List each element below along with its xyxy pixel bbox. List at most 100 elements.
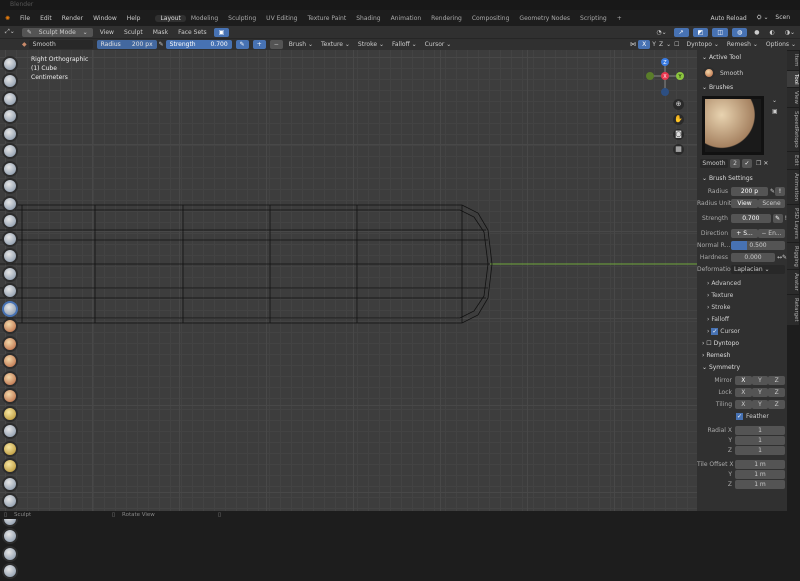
sculpt-tool-9-icon[interactable] (2, 195, 18, 212)
sculpt-tool-13-icon[interactable] (2, 265, 18, 282)
options-menu[interactable]: Options ⌄ (762, 41, 800, 48)
normal-radius-slider[interactable]: 0.500 (731, 240, 785, 250)
tab-compositing[interactable]: Compositing (467, 15, 515, 22)
duplicate-icon[interactable]: ❐ (754, 160, 763, 167)
falloff-menu[interactable]: Falloff ⌄ (388, 41, 421, 48)
tiling-x[interactable]: X (735, 399, 752, 409)
radius-unit-scene[interactable]: Scene (758, 198, 785, 208)
sculpt-tool-1-icon[interactable] (2, 55, 18, 72)
tab-modeling[interactable]: Modeling (186, 15, 223, 22)
brush-image-icon[interactable]: ▣ (772, 108, 778, 115)
stroke-menu[interactable]: Stroke ⌄ (354, 41, 388, 48)
menu-window[interactable]: Window (88, 15, 122, 22)
add-workspace-button[interactable]: + (612, 15, 627, 22)
brush-menu[interactable]: Brush ⌄ (285, 41, 317, 48)
mirror-z[interactable]: Z (768, 375, 786, 385)
invert-icon[interactable]: ↔✎ (777, 254, 787, 261)
symmetry-z-toggle[interactable]: Z (656, 41, 666, 48)
sidebar-tab-tool[interactable]: Tool (787, 70, 799, 88)
cursor-menu[interactable]: Cursor ⌄ (421, 41, 456, 48)
strength-field[interactable]: 0.700 (731, 213, 771, 223)
xray-toggle-icon[interactable]: ▣ (213, 27, 230, 37)
mode-selector[interactable]: ✎ Sculpt Mode ⌄ (21, 27, 93, 37)
active-tool[interactable]: Smooth (697, 64, 787, 82)
menu-view[interactable]: View (95, 29, 119, 36)
subtract-direction-button[interactable]: − (269, 40, 283, 49)
menu-edit[interactable]: Edit (35, 15, 57, 22)
pan-hand-icon[interactable]: ✋ (673, 114, 684, 125)
tab-geometry-nodes[interactable]: Geometry Nodes (514, 15, 575, 22)
sculpt-tool-30-icon[interactable] (2, 563, 18, 579)
symmetry-x-toggle[interactable]: X (638, 40, 651, 49)
xray-icon[interactable]: ◫ (712, 27, 728, 37)
radial-x-field[interactable]: 1 (735, 425, 785, 435)
zoom-icon[interactable]: ⊕ (673, 99, 684, 110)
strength-pressure-icon[interactable]: ✎ (772, 213, 783, 223)
tile-offset-z-field[interactable]: 1 m (735, 479, 785, 489)
dyntopo-menu[interactable]: Dyntopo ⌄ (682, 41, 722, 48)
sculpt-tool-28-icon[interactable] (2, 528, 18, 544)
tile-offset-y-field[interactable]: 1 m (735, 469, 785, 479)
scene-selector[interactable]: ⛭ ⌄ Scen (752, 14, 800, 22)
blender-logo-icon[interactable]: ✺ (0, 15, 15, 22)
sidebar-tab-psd-layers[interactable]: PSD Layers (787, 204, 799, 242)
sculpt-tool-23-icon[interactable] (2, 440, 18, 457)
sidebar-tab-speedretopo[interactable]: SpeedRetopo (787, 108, 799, 151)
sidebar-tab-item[interactable]: Item (787, 51, 799, 70)
radius-pressure-icon[interactable]: ✎ (159, 41, 164, 48)
menu-file[interactable]: File (15, 15, 35, 22)
3d-viewport[interactable] (0, 50, 697, 511)
add-direction-button[interactable]: + (252, 40, 266, 49)
deformation-dropdown[interactable]: Laplacian ⌄ (731, 264, 785, 274)
direction-add[interactable]: + S... (731, 228, 758, 238)
cursor-subpanel[interactable]: › ✓ Cursor (697, 326, 787, 338)
tab-scripting[interactable]: Scripting (575, 15, 612, 22)
sculpt-tool-8-icon[interactable] (2, 178, 18, 194)
tile-offset-x-field[interactable]: 1 m (735, 459, 785, 469)
menu-help[interactable]: Help (122, 15, 146, 22)
tab-shading[interactable]: Shading (351, 15, 385, 22)
lock-y[interactable]: Y (751, 387, 769, 397)
sidebar-tab-retarget[interactable]: Retarget (787, 295, 799, 325)
sculpt-tool-3-icon[interactable] (2, 90, 18, 107)
cursor-checkbox[interactable]: ✓ (711, 328, 719, 335)
sidebar-tab-animation[interactable]: Animation (787, 169, 799, 204)
advanced-subpanel[interactable]: › Advanced (697, 278, 787, 290)
sidebar-tab-view[interactable]: View (787, 88, 799, 108)
falloff-subpanel[interactable]: › Falloff (697, 314, 787, 326)
navigation-gizmo[interactable]: Z Y X (640, 56, 690, 98)
sculpt-tool-2-icon[interactable] (2, 73, 18, 89)
tab-texture-paint[interactable]: Texture Paint (302, 15, 351, 22)
sidebar-tab-avatar[interactable]: Avatar (787, 270, 799, 295)
dyntopo-checkbox[interactable]: ☐ (671, 41, 682, 48)
remesh-menu[interactable]: Remesh ⌄ (723, 41, 762, 48)
brush-name-field[interactable]: Smooth (28, 40, 93, 49)
sculpt-tool-4-icon[interactable] (2, 108, 18, 124)
tab-sculpting[interactable]: Sculpting (223, 15, 261, 22)
menu-mask[interactable]: Mask (148, 29, 173, 36)
sculpt-tool-7-icon[interactable] (2, 160, 18, 177)
texture-subpanel[interactable]: › Texture (697, 290, 787, 302)
overlay-icon[interactable]: ◩ (692, 27, 709, 37)
radial-z-field[interactable]: 1 (735, 445, 785, 455)
editor-type-icon[interactable]: ⤢⌄ (0, 28, 20, 36)
wireframe-shading-icon[interactable]: ◍ (731, 27, 748, 37)
sculpt-tool-18-icon[interactable] (2, 353, 18, 369)
gizmo-neg-z[interactable] (661, 88, 669, 96)
radius-unit-view[interactable]: View (731, 198, 758, 208)
sculpt-tool-10-icon[interactable] (2, 213, 18, 229)
unlink-icon[interactable]: ✕ (763, 160, 768, 167)
brush-preview[interactable] (702, 96, 764, 155)
sculpt-tool-5-icon[interactable] (2, 125, 18, 142)
radial-y-field[interactable]: 1 (735, 435, 785, 445)
gizmo-icon[interactable]: ↗ (673, 27, 689, 37)
stroke-subpanel[interactable]: › Stroke (697, 302, 787, 314)
sculpt-tool-17-icon[interactable] (2, 335, 18, 352)
sculpt-tool-24-icon[interactable] (2, 458, 18, 474)
sculpt-tool-22-icon[interactable] (2, 423, 18, 439)
texture-menu[interactable]: Texture ⌄ (317, 41, 354, 48)
sculpt-tool-21-icon[interactable] (2, 405, 18, 422)
tab-layout[interactable]: Layout (155, 14, 186, 22)
menu-render[interactable]: Render (57, 15, 88, 22)
sidebar-tab-rigging[interactable]: Rigging (787, 242, 799, 270)
